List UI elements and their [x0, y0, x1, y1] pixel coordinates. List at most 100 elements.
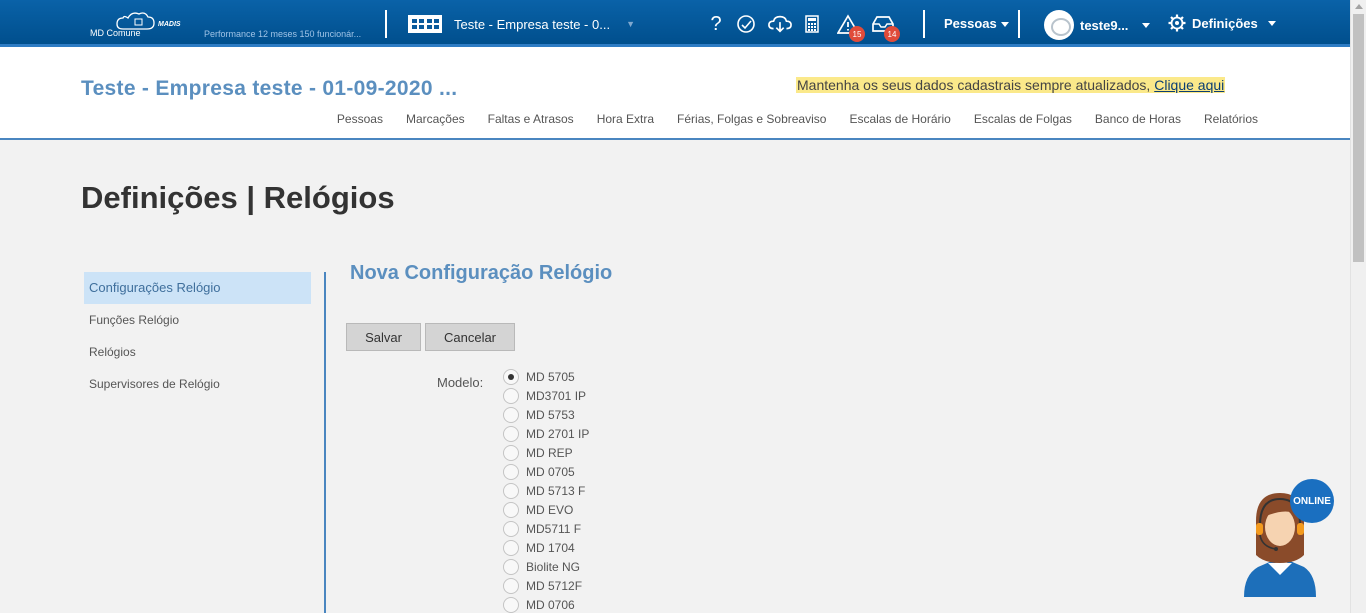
radio-button[interactable]: [503, 501, 519, 518]
divider: [1018, 10, 1020, 38]
scrollbar-thumb[interactable]: [1353, 14, 1364, 262]
modelo-option[interactable]: MD 0706: [503, 595, 589, 613]
update-data-notice: Mantenha os seus dados cadastrais sempre…: [796, 77, 1226, 93]
chevron-down-icon: [1142, 22, 1151, 28]
main-nav: Pessoas Marcações Faltas e Atrasos Hora …: [337, 112, 1258, 126]
performance-info: Performance 12 meses 150 funcionár...: [204, 29, 362, 39]
online-badge: ONLINE: [1290, 479, 1334, 523]
modelo-option-label: Biolite NG: [526, 559, 581, 574]
radio-button[interactable]: [503, 463, 519, 480]
modelo-option[interactable]: MD REP: [503, 443, 589, 462]
cancel-button[interactable]: Cancelar: [425, 323, 515, 351]
modelo-option[interactable]: MD 0705: [503, 462, 589, 481]
page-scrollbar[interactable]: [1350, 0, 1366, 613]
modelo-option-label: MD3701 IP: [526, 388, 587, 403]
radio-button[interactable]: [503, 368, 519, 385]
settings-sidebar: Configurações Relógio Funções Relógio Re…: [84, 272, 311, 400]
nav-item-hora-extra[interactable]: Hora Extra: [597, 112, 654, 126]
modelo-option-label: MD EVO: [526, 502, 574, 517]
company-grid-icon: [408, 15, 442, 33]
settings-menu-label: Definições: [1192, 15, 1258, 31]
modelo-option-label: MD 5712F: [526, 578, 583, 593]
modelo-option[interactable]: MD 2701 IP: [503, 424, 589, 443]
inbox-count-badge: 14: [884, 26, 900, 42]
modelo-option[interactable]: MD EVO: [503, 500, 589, 519]
radio-button[interactable]: [503, 482, 519, 499]
modelo-option-label: MD 2701 IP: [526, 426, 590, 441]
question-icon[interactable]: ?: [704, 12, 728, 36]
scroll-up-arrow[interactable]: [1355, 4, 1363, 9]
sidebar-item-supervisores[interactable]: Supervisores de Relógio: [84, 368, 311, 400]
modelo-option[interactable]: MD5711 F: [503, 519, 589, 538]
modelo-option[interactable]: MD 5713 F: [503, 481, 589, 500]
modelo-label: Modelo:: [437, 375, 484, 390]
avatar: [1044, 10, 1074, 40]
modelo-option-label: MD5711 F: [526, 521, 582, 536]
warning-count-badge: 15: [849, 26, 865, 42]
logo-brand: MADIS: [158, 21, 181, 28]
nav-item-escalas-folgas[interactable]: Escalas de Folgas: [974, 112, 1072, 126]
pessoas-menu-label: Pessoas: [944, 16, 997, 31]
calculator-icon[interactable]: [800, 12, 824, 36]
radio-button[interactable]: [503, 596, 519, 613]
notice-link[interactable]: Clique aqui: [1154, 77, 1224, 93]
modelo-option-label: MD 5753: [526, 407, 575, 422]
modelo-option-label: MD 0705: [526, 464, 575, 479]
cloud-download-icon[interactable]: [768, 12, 792, 36]
radio-button[interactable]: [503, 444, 519, 461]
modelo-option[interactable]: MD 5705: [503, 367, 589, 386]
modelo-option-label: MD REP: [526, 445, 573, 460]
nav-item-ferias[interactable]: Férias, Folgas e Sobreaviso: [677, 112, 826, 126]
modelo-option[interactable]: MD 5712F: [503, 576, 589, 595]
divider: [385, 10, 387, 38]
mdcomune-logo[interactable]: MD Comune MADIS: [90, 10, 190, 40]
divider: [923, 10, 925, 38]
nav-item-relatorios[interactable]: Relatórios: [1204, 112, 1258, 126]
sidebar-item-configuracoes[interactable]: Configurações Relógio: [84, 272, 311, 304]
modelo-option-label: MD 5705: [526, 369, 575, 384]
top-bar: MD Comune MADIS Performance 12 meses 150…: [0, 0, 1350, 47]
chevron-down-icon: [1000, 22, 1009, 28]
modelo-option[interactable]: Biolite NG: [503, 557, 589, 576]
page-title: Definições | Relógios: [81, 180, 395, 215]
gear-icon: [1168, 14, 1186, 32]
settings-menu[interactable]: Definições: [1168, 14, 1276, 32]
nav-item-marcacoes[interactable]: Marcações: [406, 112, 465, 126]
username: teste9...: [1080, 17, 1129, 33]
chevron-down-icon: ▼: [626, 19, 635, 29]
company-title: Teste - Empresa teste - 01-09-2020 ...: [81, 77, 458, 100]
radio-button[interactable]: [503, 539, 519, 556]
notice-text: Mantenha os seus dados cadastrais sempre…: [797, 77, 1151, 93]
radio-button[interactable]: [503, 520, 519, 537]
nav-item-escalas-horario[interactable]: Escalas de Horário: [849, 112, 950, 126]
radio-button[interactable]: [503, 406, 519, 423]
logo-text: MD Comune: [90, 28, 141, 38]
radio-button[interactable]: [503, 387, 519, 404]
modelo-option[interactable]: MD3701 IP: [503, 386, 589, 405]
modelo-option-label: MD 5713 F: [526, 483, 586, 498]
company-selector-label: Teste - Empresa teste - 0...: [454, 16, 611, 32]
modelo-option[interactable]: MD 1704: [503, 538, 589, 557]
radio-button[interactable]: [503, 558, 519, 575]
form-title: Nova Configuração Relógio: [350, 262, 613, 284]
modelo-option-label: MD 0706: [526, 597, 575, 612]
radio-button[interactable]: [503, 425, 519, 442]
sidebar-item-funcoes[interactable]: Funções Relógio: [84, 304, 311, 336]
nav-item-pessoas[interactable]: Pessoas: [337, 112, 383, 126]
modelo-option[interactable]: MD 5753: [503, 405, 589, 424]
nav-item-banco-horas[interactable]: Banco de Horas: [1095, 112, 1181, 126]
radio-button[interactable]: [503, 577, 519, 594]
chat-icon[interactable]: [734, 12, 758, 36]
chevron-down-icon: [1267, 20, 1276, 26]
company-selector[interactable]: Teste - Empresa teste - 0... ▼: [408, 12, 635, 36]
user-menu[interactable]: teste9...: [1044, 10, 1151, 40]
online-support-widget[interactable]: ONLINE: [1238, 477, 1338, 597]
pessoas-menu[interactable]: Pessoas: [944, 16, 1009, 31]
divider: [324, 272, 326, 613]
modelo-option-label: MD 1704: [526, 540, 575, 555]
sidebar-item-relogios[interactable]: Relógios: [84, 336, 311, 368]
company-header: Teste - Empresa teste - 01-09-2020 ... M…: [0, 47, 1350, 140]
save-button[interactable]: Salvar: [346, 323, 421, 351]
nav-item-faltas[interactable]: Faltas e Atrasos: [488, 112, 574, 126]
modelo-radio-group: MD 5705 MD3701 IP MD 5753 MD 2701 IP MD …: [503, 367, 589, 613]
